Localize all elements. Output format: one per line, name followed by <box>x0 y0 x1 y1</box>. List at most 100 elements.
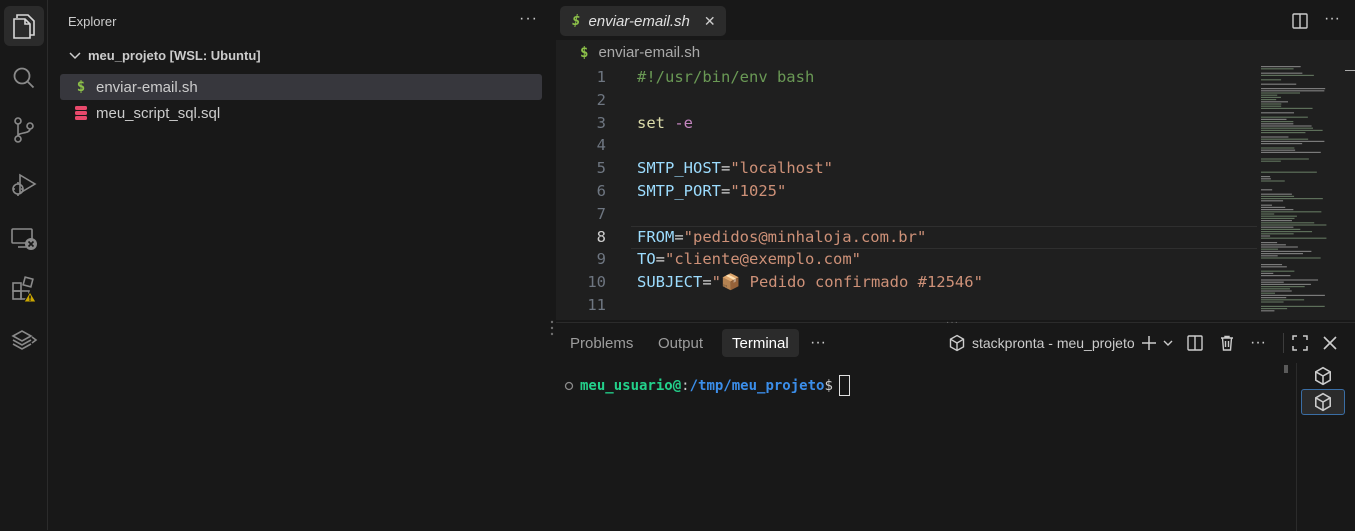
tab-problems[interactable]: Problems <box>560 329 643 357</box>
terminal-scrollbar[interactable] <box>1282 363 1290 531</box>
file-item-enviar-email[interactable]: $ enviar-email.sh <box>60 74 542 100</box>
run-debug-button[interactable] <box>4 164 44 204</box>
minimap-line <box>1261 222 1315 224</box>
minimap-line <box>1261 118 1287 120</box>
line-text: set -e <box>637 113 693 132</box>
bottom-panel: ··· Problems Output Terminal ··· stackpr… <box>556 317 1355 531</box>
code-line[interactable]: 7 <box>556 203 1256 226</box>
search-button[interactable] <box>4 58 44 98</box>
minimap-line <box>1261 158 1309 160</box>
panel-sash-handle[interactable]: ··· <box>946 317 959 328</box>
file-item-meu-script-sql[interactable]: meu_script_sql.sql <box>60 100 542 126</box>
tab-terminal[interactable]: Terminal <box>722 329 799 357</box>
editor-more-button[interactable]: ··· <box>1324 10 1340 28</box>
tab-enviar-email[interactable]: $ enviar-email.sh ✕ <box>560 6 726 36</box>
editor-tab-bar: $ enviar-email.sh ✕ ··· <box>556 0 1355 40</box>
minimap-line <box>1261 286 1305 288</box>
minimap-line <box>1261 209 1294 211</box>
minimap-line <box>1261 88 1326 90</box>
editor-scrollbar[interactable] <box>1341 64 1355 320</box>
explorer-sidebar: Explorer ··· meu_projeto [WSL: Ubuntu] $… <box>56 0 548 530</box>
terminal-more-button[interactable]: ··· <box>1250 331 1266 355</box>
explorer-button[interactable] <box>4 6 44 46</box>
minimap-line <box>1261 189 1273 191</box>
sidebar-title: Explorer <box>68 14 117 29</box>
minimap-line <box>1261 127 1313 129</box>
minimap-line <box>1261 147 1295 149</box>
sidebar-sash[interactable] <box>548 0 556 530</box>
code-line[interactable]: 9 TO="cliente@exemplo.com" <box>556 248 1256 271</box>
line-number: 6 <box>596 181 606 200</box>
new-terminal-button[interactable] <box>1140 331 1174 355</box>
split-terminal-button[interactable] <box>1186 331 1204 355</box>
minimap-line <box>1261 94 1278 96</box>
minimap-line <box>1261 248 1279 250</box>
minimap-line <box>1261 136 1289 138</box>
folder-header[interactable]: meu_projeto [WSL: Ubuntu] <box>68 48 261 63</box>
minimap-line <box>1261 176 1271 178</box>
terminal-cursor <box>838 375 850 396</box>
kill-terminal-button[interactable] <box>1218 331 1236 355</box>
breadcrumb-label: enviar-email.sh <box>598 44 701 61</box>
minimap[interactable] <box>1261 64 1329 314</box>
stack-icon <box>11 330 38 350</box>
stackpronta-button[interactable] <box>4 320 44 360</box>
minimap-line <box>1261 195 1295 197</box>
maximize-panel-button[interactable] <box>1292 331 1308 355</box>
minimap-line <box>1261 253 1303 255</box>
file-label: enviar-email.sh <box>96 78 198 96</box>
tab-output[interactable]: Output <box>648 329 713 357</box>
minimap-line <box>1261 129 1323 131</box>
prompt-path: /tmp/meu_projeto <box>689 377 825 394</box>
code-line[interactable]: 6 SMTP_PORT="1025" <box>556 180 1256 203</box>
files-icon <box>13 14 35 39</box>
line-text: SMTP_HOST="localhost" <box>637 159 833 178</box>
terminal-selector[interactable]: stackpronta - meu_projeto <box>948 331 1135 355</box>
remote-explorer-button[interactable] <box>4 218 44 258</box>
close-icon[interactable]: ✕ <box>704 13 716 30</box>
remote-explorer-icon <box>11 228 37 250</box>
line-text: TO="cliente@exemplo.com" <box>637 250 861 269</box>
minimap-line <box>1261 143 1303 145</box>
minimap-line <box>1261 112 1295 114</box>
command-status-circle-icon <box>564 381 574 390</box>
code-line[interactable]: 2 <box>556 89 1256 112</box>
code-line[interactable]: 10 SUBJECT="📦 Pedido confirmado #12546" <box>556 271 1256 294</box>
sidebar-more-button[interactable]: ··· <box>519 10 538 28</box>
minimap-line <box>1261 266 1287 268</box>
minimap-line <box>1261 160 1281 162</box>
minimap-line <box>1261 297 1287 299</box>
minimap-line <box>1261 125 1312 127</box>
database-file-icon <box>66 105 96 121</box>
split-editor-button[interactable] <box>1291 12 1309 33</box>
extensions-button[interactable] <box>4 270 44 310</box>
minimap-line <box>1261 250 1312 252</box>
code-line[interactable]: 11 <box>556 294 1256 317</box>
code-line[interactable]: 5 SMTP_HOST="localhost" <box>556 157 1256 180</box>
code-area[interactable]: 1 #!/usr/bin/env bash 2 3 set -e 4 5 SMTP_HOST=… <box>556 66 1257 317</box>
minimap-line <box>1261 220 1292 222</box>
terminal-name: stackpronta - meu_projeto <box>972 335 1135 351</box>
extensions-icon <box>12 276 37 303</box>
panel-more-button[interactable]: ··· <box>810 331 826 355</box>
code-line[interactable]: 3 set -e <box>556 112 1256 135</box>
plus-icon <box>1142 336 1156 350</box>
minimap-line <box>1261 180 1285 182</box>
minimap-line <box>1261 228 1301 230</box>
minimap-line <box>1261 255 1278 257</box>
editor-group: $ enviar-email.sh ✕ ··· $ enviar-email.s… <box>556 0 1355 320</box>
terminal-list-item[interactable] <box>1301 389 1345 415</box>
minimap-line <box>1261 211 1322 213</box>
code-line[interactable]: 4 <box>556 134 1256 157</box>
terminal-list-item[interactable] <box>1301 363 1345 389</box>
code-line[interactable]: 1 #!/usr/bin/env bash <box>556 66 1256 89</box>
breadcrumb[interactable]: $ enviar-email.sh <box>580 44 700 61</box>
code-line[interactable]: 8 FROM="pedidos@minhaloja.com.br" <box>556 225 1257 249</box>
minimap-line <box>1261 226 1294 228</box>
run-debug-icon <box>12 173 37 196</box>
close-panel-button[interactable] <box>1322 331 1338 355</box>
terminal-output[interactable]: meu_usuario@:/tmp/meu_projeto $ <box>564 375 850 396</box>
minimap-line <box>1261 215 1297 217</box>
source-control-button[interactable] <box>4 110 44 150</box>
cube-icon <box>1315 392 1331 412</box>
